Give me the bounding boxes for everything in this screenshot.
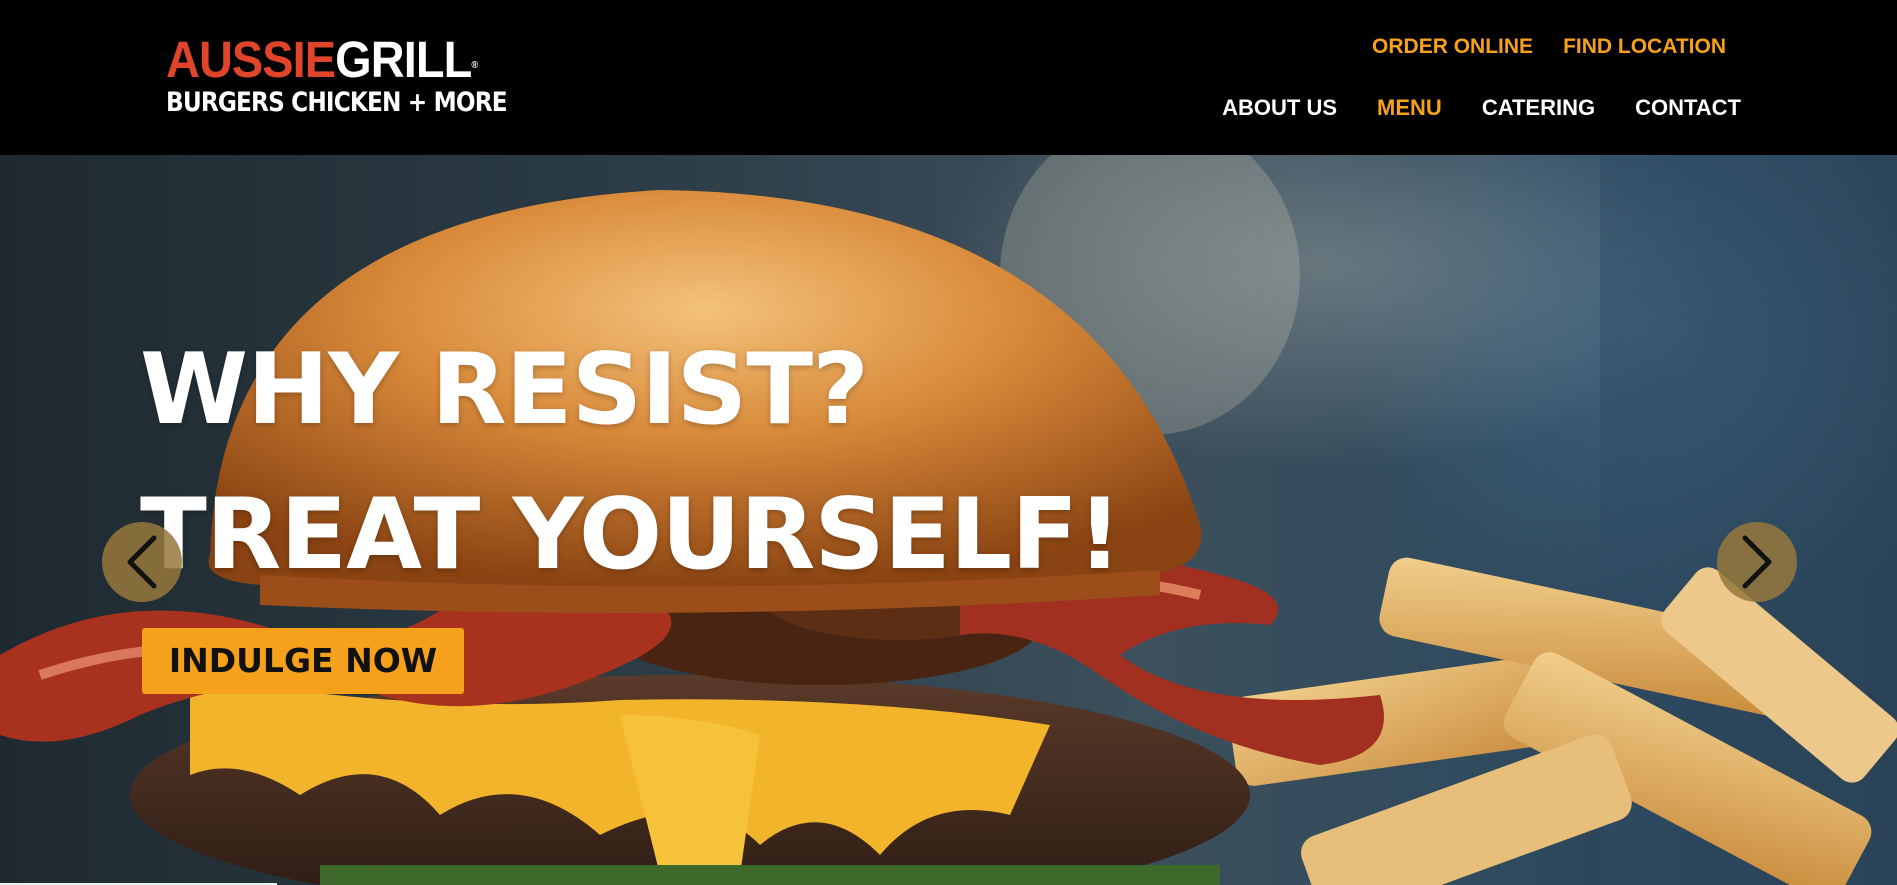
carousel-next-button[interactable]: [1717, 522, 1797, 602]
logo-word-aussie: AUSSIE: [166, 31, 336, 88]
logo-word-grill: GRILL: [335, 31, 472, 88]
nav-item-catering[interactable]: CATERING: [1482, 94, 1595, 122]
hero-headline-line-2: TREAT YOURSELF!: [140, 478, 1122, 592]
nav-item-about-us[interactable]: ABOUT US: [1222, 94, 1337, 122]
find-location-link[interactable]: FIND LOCATION: [1563, 33, 1726, 61]
registered-mark: ®: [471, 60, 478, 71]
aussie-grill-logo[interactable]: AUSSIEGRILL® BURGERS CHICKEN + MORE: [166, 31, 508, 124]
order-online-link[interactable]: ORDER ONLINE: [1372, 33, 1533, 61]
indulge-now-button[interactable]: INDULGE NOW: [142, 628, 464, 694]
site-header: AUSSIEGRILL® BURGERS CHICKEN + MORE ORDE…: [0, 0, 1897, 155]
hero-carousel: WHY RESIST? TREAT YOURSELF! INDULGE NOW: [0, 155, 1897, 885]
page: AUSSIEGRILL® BURGERS CHICKEN + MORE ORDE…: [0, 0, 1897, 885]
main-nav: ABOUT US MENU CATERING CONTACT: [1222, 94, 1741, 122]
nav-item-menu[interactable]: MENU: [1377, 94, 1442, 122]
utility-nav: ORDER ONLINE FIND LOCATION: [1372, 33, 1726, 61]
nav-item-contact[interactable]: CONTACT: [1635, 94, 1741, 122]
logo-wordmark: AUSSIEGRILL®: [166, 31, 478, 88]
logo-tagline: BURGERS CHICKEN + MORE: [166, 87, 508, 118]
carousel-prev-button[interactable]: [102, 522, 182, 602]
hero-headline-line-1: WHY RESIST?: [140, 333, 869, 447]
chevron-right-icon: [1742, 535, 1772, 589]
chevron-left-icon: [127, 535, 157, 589]
